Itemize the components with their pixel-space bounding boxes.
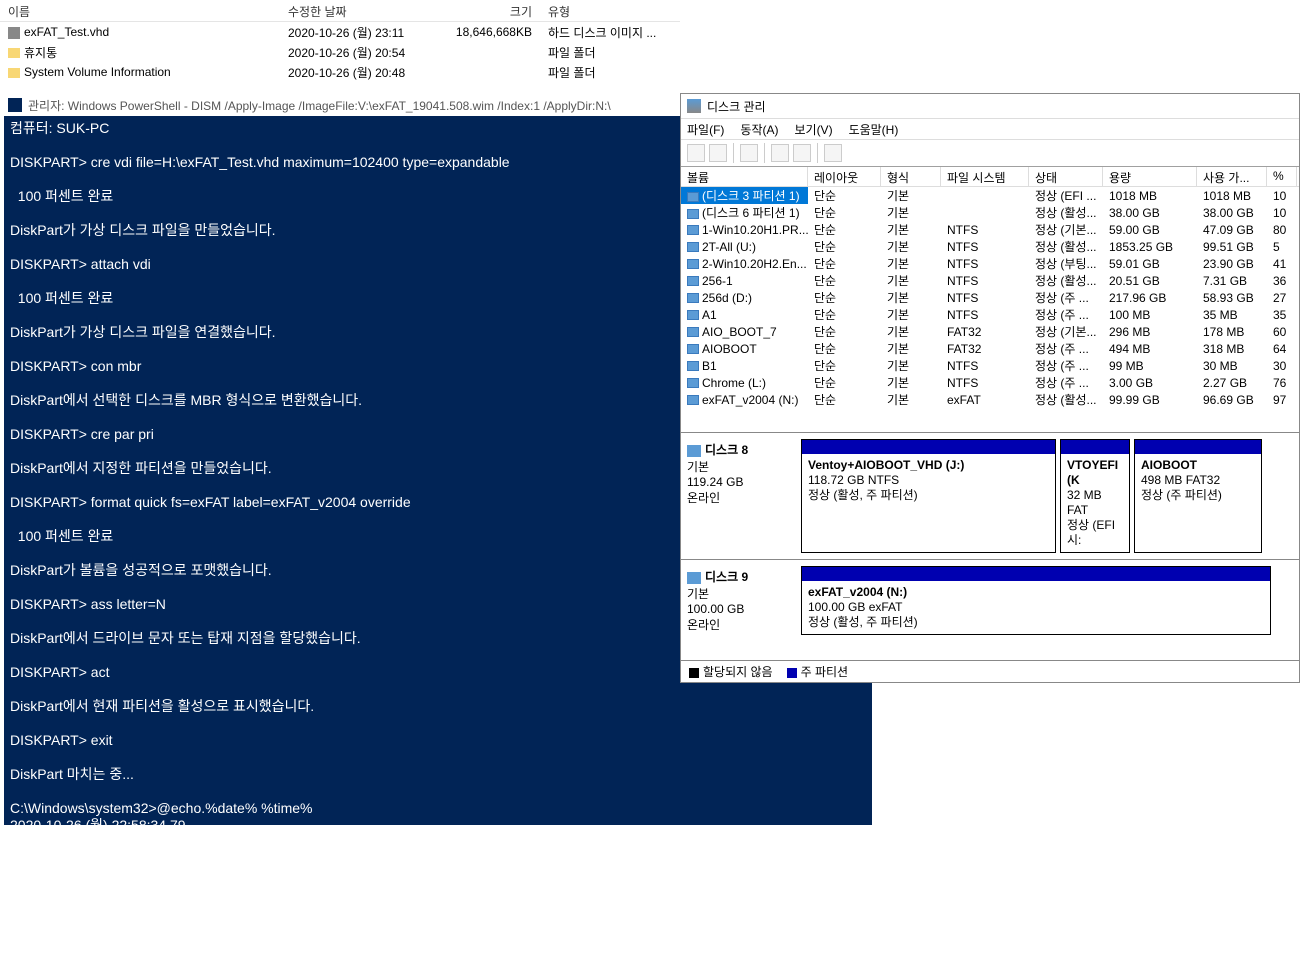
diskmgmt-window: 디스크 관리 파일(F) 동작(A) 보기(V) 도움말(H) 볼륨 레이아웃 … bbox=[680, 93, 1300, 683]
volume-icon bbox=[687, 344, 699, 354]
menu-view[interactable]: 보기(V) bbox=[794, 121, 832, 138]
legend-unallocated-icon bbox=[689, 668, 699, 678]
explorer-header: 이름 수정한 날짜 크기 유형 bbox=[0, 0, 680, 22]
refresh-icon[interactable] bbox=[740, 144, 758, 162]
hdr-format[interactable]: 형식 bbox=[881, 167, 941, 186]
volume-row[interactable]: (디스크 3 파티션 1)단순기본정상 (EFI ...1018 MB1018 … bbox=[681, 187, 1299, 204]
hdr-capacity[interactable]: 용량 bbox=[1103, 167, 1197, 186]
explorer-row[interactable]: 휴지통2020-10-26 (월) 20:54파일 폴더 bbox=[0, 42, 680, 62]
diskmgmt-titlebar[interactable]: 디스크 관리 bbox=[681, 94, 1299, 119]
explorer-pane: 이름 수정한 날짜 크기 유형 exFAT_Test.vhd2020-10-26… bbox=[0, 0, 680, 90]
disk-graphical-view: 디스크 8기본119.24 GB온라인Ventoy+AIOBOOT_VHD (J… bbox=[681, 432, 1299, 641]
legend-primary-icon bbox=[787, 668, 797, 678]
hdr-volume[interactable]: 볼륨 bbox=[681, 167, 808, 186]
disk-panel: 디스크 9기본100.00 GB온라인exFAT_v2004 (N:)100.0… bbox=[681, 559, 1299, 641]
hdr-layout[interactable]: 레이아웃 bbox=[808, 167, 881, 186]
disk-icon bbox=[687, 445, 701, 457]
powershell-icon bbox=[8, 98, 22, 112]
volume-icon bbox=[687, 192, 699, 202]
powershell-title: 관리자: Windows PowerShell - DISM /Apply-Im… bbox=[28, 97, 611, 114]
volume-icon bbox=[687, 293, 699, 303]
menu-action[interactable]: 동작(A) bbox=[740, 121, 778, 138]
volume-row[interactable]: 2T-All (U:)단순기본NTFS정상 (활성...1853.25 GB99… bbox=[681, 238, 1299, 255]
properties-icon[interactable] bbox=[771, 144, 789, 162]
volume-row[interactable]: Chrome (L:)단순기본NTFS정상 (주 ...3.00 GB2.27 … bbox=[681, 374, 1299, 391]
volume-icon bbox=[687, 259, 699, 269]
hdr-free[interactable]: 사용 가... bbox=[1197, 167, 1267, 186]
hdr-pct[interactable]: % bbox=[1267, 167, 1297, 186]
diskmgmt-icon bbox=[687, 99, 701, 113]
volume-icon bbox=[687, 209, 699, 219]
folder-icon bbox=[8, 68, 20, 78]
diskmgmt-toolbar bbox=[681, 139, 1299, 167]
forward-icon[interactable] bbox=[709, 144, 727, 162]
file-icon bbox=[8, 27, 20, 39]
menu-file[interactable]: 파일(F) bbox=[687, 121, 724, 138]
volume-row[interactable]: (디스크 6 파티션 1)단순기본정상 (활성...38.00 GB38.00 … bbox=[681, 204, 1299, 221]
volume-row[interactable]: 1-Win10.20H1.PR...단순기본NTFS정상 (기본...59.00… bbox=[681, 221, 1299, 238]
explorer-row[interactable]: System Volume Information2020-10-26 (월) … bbox=[0, 62, 680, 82]
explorer-row[interactable]: exFAT_Test.vhd2020-10-26 (월) 23:1118,646… bbox=[0, 22, 680, 42]
volume-icon bbox=[687, 276, 699, 286]
col-name[interactable]: 이름 bbox=[0, 0, 280, 21]
volume-list[interactable]: (디스크 3 파티션 1)단순기본정상 (EFI ...1018 MB1018 … bbox=[681, 187, 1299, 408]
volume-row[interactable]: AIOBOOT단순기본FAT32정상 (주 ...494 MB318 MB64 bbox=[681, 340, 1299, 357]
volume-row[interactable]: B1단순기본NTFS정상 (주 ...99 MB30 MB30 bbox=[681, 357, 1299, 374]
disk-info: 디스크 8기본119.24 GB온라인 bbox=[687, 439, 795, 553]
diskmgmt-menubar: 파일(F) 동작(A) 보기(V) 도움말(H) bbox=[681, 119, 1299, 139]
partition[interactable]: VTOYEFI (K32 MB FAT정상 (EFI 시: bbox=[1060, 439, 1130, 553]
volume-icon bbox=[687, 225, 699, 235]
volume-row[interactable]: AIO_BOOT_7단순기본FAT32정상 (기본...296 MB178 MB… bbox=[681, 323, 1299, 340]
diskmgmt-legend: 할당되지 않음 주 파티션 bbox=[681, 660, 1299, 682]
menu-help[interactable]: 도움말(H) bbox=[849, 121, 899, 138]
volume-row[interactable]: 2-Win10.20H2.En...단순기본NTFS정상 (부팅...59.01… bbox=[681, 255, 1299, 272]
back-icon[interactable] bbox=[687, 144, 705, 162]
partition[interactable]: Ventoy+AIOBOOT_VHD (J:)118.72 GB NTFS정상 … bbox=[801, 439, 1056, 553]
disk-panel: 디스크 8기본119.24 GB온라인Ventoy+AIOBOOT_VHD (J… bbox=[681, 432, 1299, 559]
col-date[interactable]: 수정한 날짜 bbox=[280, 0, 440, 21]
partition[interactable]: AIOBOOT498 MB FAT32정상 (주 파티션) bbox=[1134, 439, 1262, 553]
partition[interactable]: exFAT_v2004 (N:)100.00 GB exFAT정상 (활성, 주… bbox=[801, 566, 1271, 635]
hdr-filesystem[interactable]: 파일 시스템 bbox=[941, 167, 1029, 186]
volume-icon bbox=[687, 310, 699, 320]
diskmgmt-title: 디스크 관리 bbox=[707, 98, 766, 115]
list-icon[interactable] bbox=[824, 144, 842, 162]
volume-row[interactable]: A1단순기본NTFS정상 (주 ...100 MB35 MB35 bbox=[681, 306, 1299, 323]
col-type[interactable]: 유형 bbox=[540, 0, 680, 21]
col-size[interactable]: 크기 bbox=[440, 0, 540, 21]
volume-icon bbox=[687, 361, 699, 371]
volume-row[interactable]: 256-1단순기본NTFS정상 (활성...20.51 GB7.31 GB36 bbox=[681, 272, 1299, 289]
volume-row[interactable]: 256d (D:)단순기본NTFS정상 (주 ...217.96 GB58.93… bbox=[681, 289, 1299, 306]
folder-icon bbox=[8, 48, 20, 58]
volume-icon bbox=[687, 242, 699, 252]
help-icon[interactable] bbox=[793, 144, 811, 162]
volume-list-header: 볼륨 레이아웃 형식 파일 시스템 상태 용량 사용 가... % bbox=[681, 167, 1299, 187]
volume-icon bbox=[687, 395, 699, 405]
volume-icon bbox=[687, 327, 699, 337]
volume-row[interactable]: exFAT_v2004 (N:)단순기본exFAT정상 (활성...99.99 … bbox=[681, 391, 1299, 408]
disk-icon bbox=[687, 572, 701, 584]
hdr-status[interactable]: 상태 bbox=[1029, 167, 1103, 186]
disk-info: 디스크 9기본100.00 GB온라인 bbox=[687, 566, 795, 635]
volume-icon bbox=[687, 378, 699, 388]
